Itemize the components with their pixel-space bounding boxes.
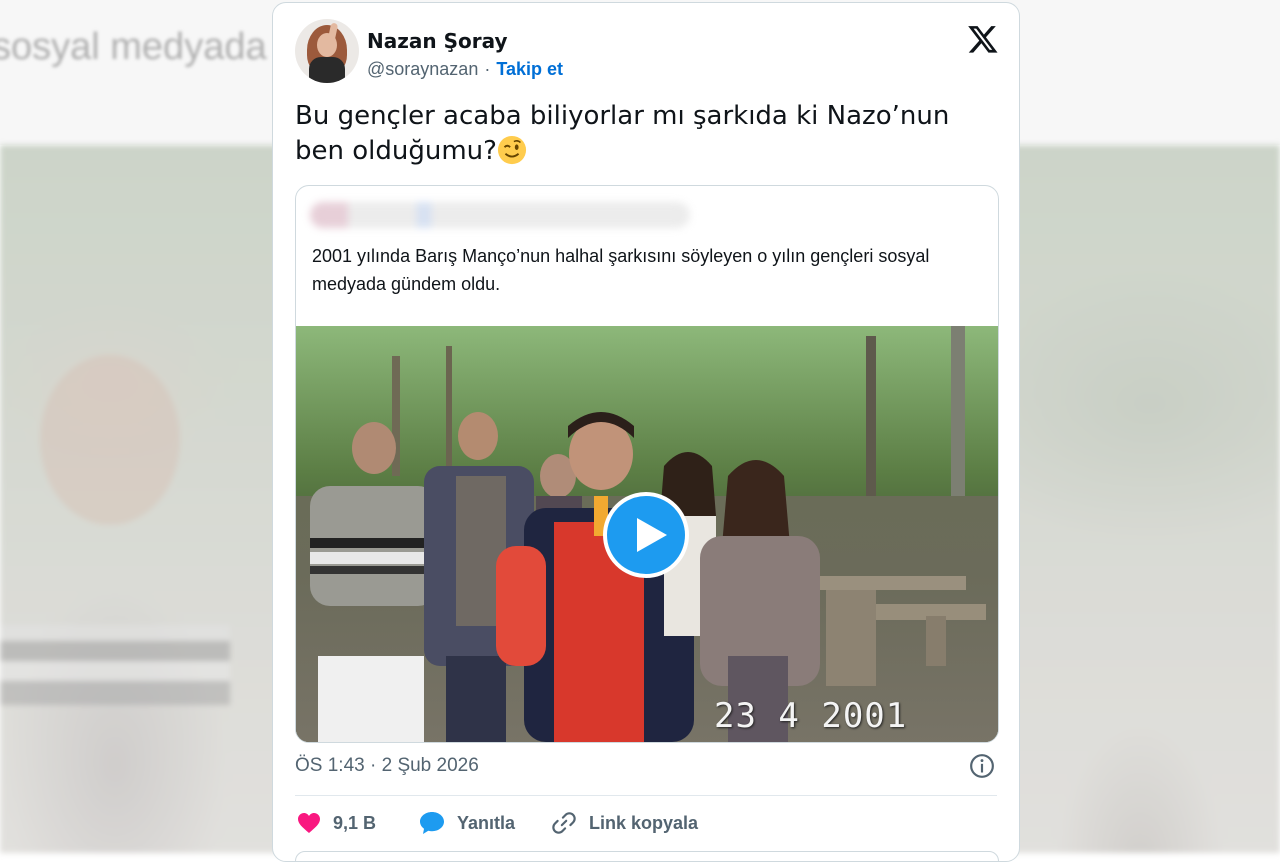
tweet-text: Bu gençler acaba biliyorlar mı şarkıda k… <box>295 99 985 169</box>
tweet-header: Nazan Şoray @soraynazan · Takip et <box>295 19 999 89</box>
heart-icon <box>298 813 320 833</box>
copy-link-button[interactable]: Link kopyala <box>551 808 698 838</box>
follow-button[interactable]: Takip et <box>496 59 563 79</box>
reply-label: Yanıtla <box>457 812 516 833</box>
tweet-card: Nazan Şoray @soraynazan · Takip et Bu genç… <box>272 2 1020 862</box>
play-icon <box>637 518 667 552</box>
avatar[interactable] <box>295 19 359 83</box>
video-date-overlay: 23 4 2001 <box>714 696 908 736</box>
like-count: 9,1 B <box>333 812 377 833</box>
link-icon <box>552 812 576 834</box>
tweet-body: Bu gençler acaba biliyorlar mı şarkıda k… <box>295 101 950 166</box>
author-subline: @soraynazan · Takip et <box>367 59 563 80</box>
copy-link-label: Link kopyala <box>589 812 699 833</box>
quoted-tweet[interactable]: 2001 yılında Barış Manço’nun halhal şark… <box>295 185 999 743</box>
divider <box>295 795 997 796</box>
play-button[interactable] <box>603 492 689 578</box>
reply-bubble-icon <box>420 812 444 834</box>
wink-emoji-icon <box>497 135 527 165</box>
x-logo-icon[interactable] <box>967 23 999 55</box>
like-button[interactable]: 9,1 B <box>297 808 376 838</box>
author-name[interactable]: Nazan Şoray <box>367 29 508 53</box>
quoted-tweet-text: 2001 yılında Barış Manço’nun halhal şark… <box>312 246 930 294</box>
tweet-timestamp[interactable]: ÖS 1:43 · 2 Şub 2026 <box>295 755 479 777</box>
info-icon[interactable] <box>969 753 995 779</box>
video-player[interactable]: 23 4 2001 <box>296 326 998 742</box>
quoted-author-blurred <box>310 202 690 228</box>
author-handle[interactable]: @soraynazan <box>367 59 478 79</box>
reply-button[interactable]: Yanıtla <box>419 808 515 838</box>
separator: · <box>484 59 491 79</box>
